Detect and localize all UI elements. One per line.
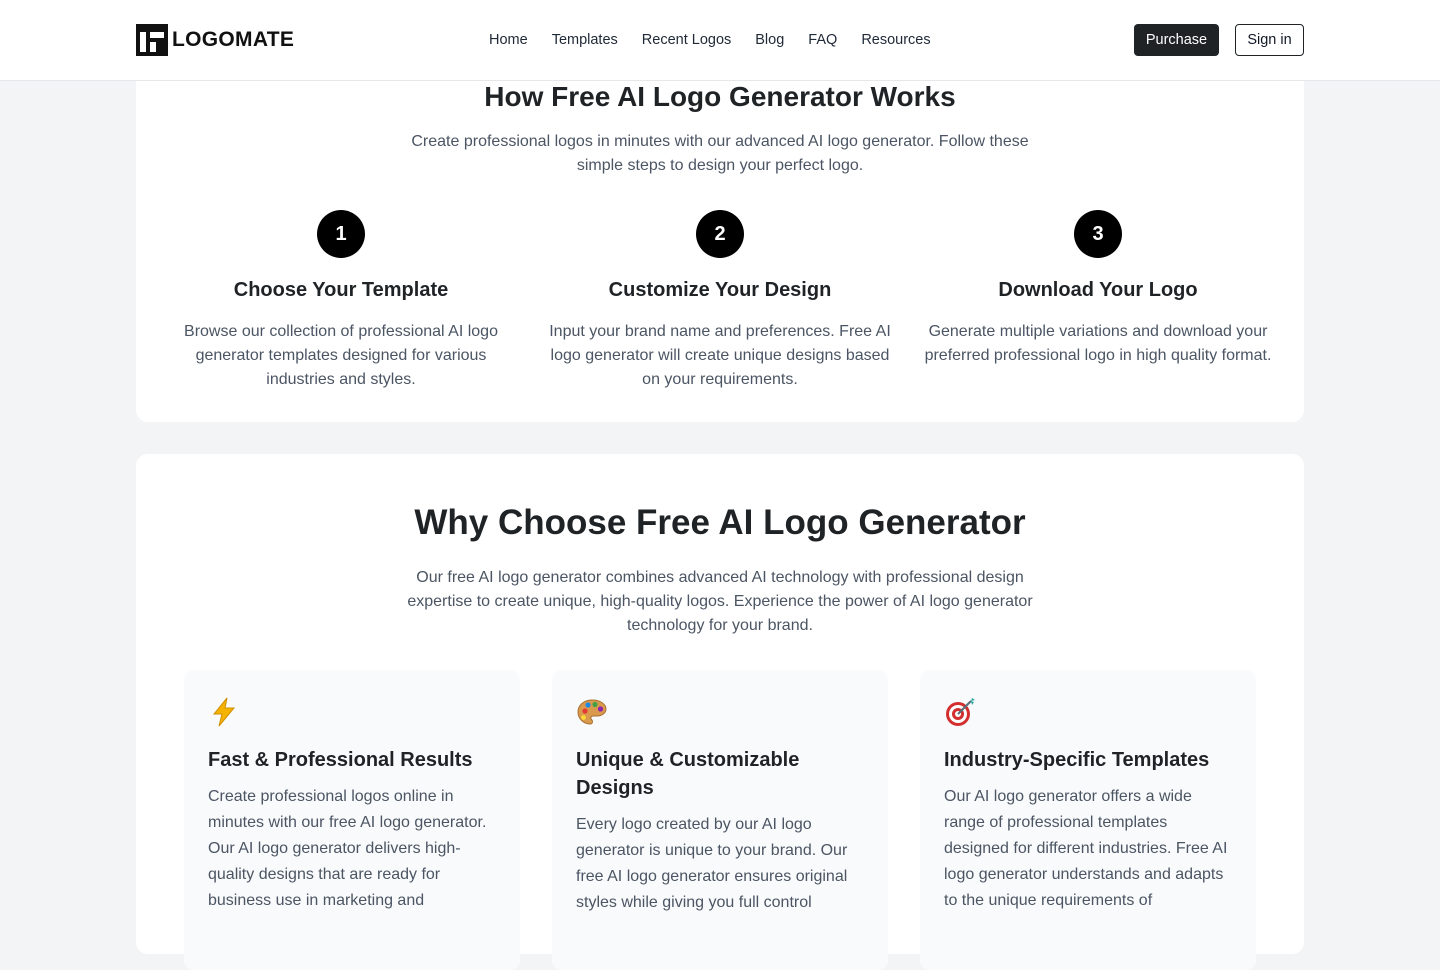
target-icon	[946, 698, 975, 726]
why-choose-title: Why Choose Free AI Logo Generator	[414, 503, 1026, 542]
nav-blog[interactable]: Blog	[755, 30, 784, 50]
step-number-badge: 2	[696, 210, 744, 258]
feature-title: Fast & Professional Results	[208, 749, 473, 771]
nav-recent-logos[interactable]: Recent Logos	[642, 30, 731, 50]
step-card: 1 Choose Your Template Browse our collec…	[161, 210, 521, 392]
feature-card: Unique & Customizable Designs Every logo…	[552, 670, 888, 970]
why-choose-subtitle: Our free AI logo generator combines adva…	[407, 569, 1033, 634]
nav-resources[interactable]: Resources	[861, 30, 930, 50]
main-nav: Home Templates Recent Logos Blog FAQ Res…	[489, 0, 931, 80]
sign-in-button[interactable]: Sign in	[1235, 24, 1304, 56]
step-number-badge: 1	[317, 210, 365, 258]
palette-icon	[577, 699, 607, 725]
step-card: 3 Download Your Logo Generate multiple v…	[918, 210, 1278, 368]
step-number-badge: 3	[1074, 210, 1122, 258]
logo-link[interactable]: LOGOMATE	[136, 24, 294, 56]
nav-home[interactable]: Home	[489, 30, 528, 50]
feature-title: Industry-Specific Templates	[944, 749, 1210, 771]
step-description: Input your brand name and preferences. F…	[549, 323, 891, 388]
feature-card: Fast & Professional Results Create profe…	[184, 670, 520, 970]
feature-description: Create professional logos online in minu…	[208, 788, 487, 909]
purchase-button[interactable]: Purchase	[1134, 24, 1219, 56]
step-description: Browse our collection of professional AI…	[184, 323, 498, 388]
feature-description: Our AI logo generator offers a wide rang…	[944, 788, 1228, 909]
lightning-icon	[212, 697, 236, 727]
feature-description: Every logo created by our AI logo genera…	[576, 816, 848, 911]
feature-card: Industry-Specific Templates Our AI logo …	[920, 670, 1256, 970]
how-it-works-subtitle: Create professional logos in minutes wit…	[411, 133, 1029, 174]
brand-name: LOGOMATE	[172, 28, 295, 51]
how-it-works-title: How Free AI Logo Generator Works	[484, 81, 956, 112]
nav-templates[interactable]: Templates	[552, 30, 618, 50]
step-card: 2 Customize Your Design Input your brand…	[540, 210, 900, 392]
feature-title: Unique & Customizable Designs	[576, 749, 800, 799]
site-header: LOGOMATE Home Templates Recent Logos Blo…	[0, 0, 1440, 81]
nav-faq[interactable]: FAQ	[808, 30, 837, 50]
step-description: Generate multiple variations and downloa…	[924, 323, 1272, 364]
step-title: Choose Your Template	[233, 279, 449, 301]
step-title: Customize Your Design	[608, 279, 832, 301]
step-title: Download Your Logo	[998, 279, 1198, 301]
logomate-logo-icon	[136, 24, 168, 56]
